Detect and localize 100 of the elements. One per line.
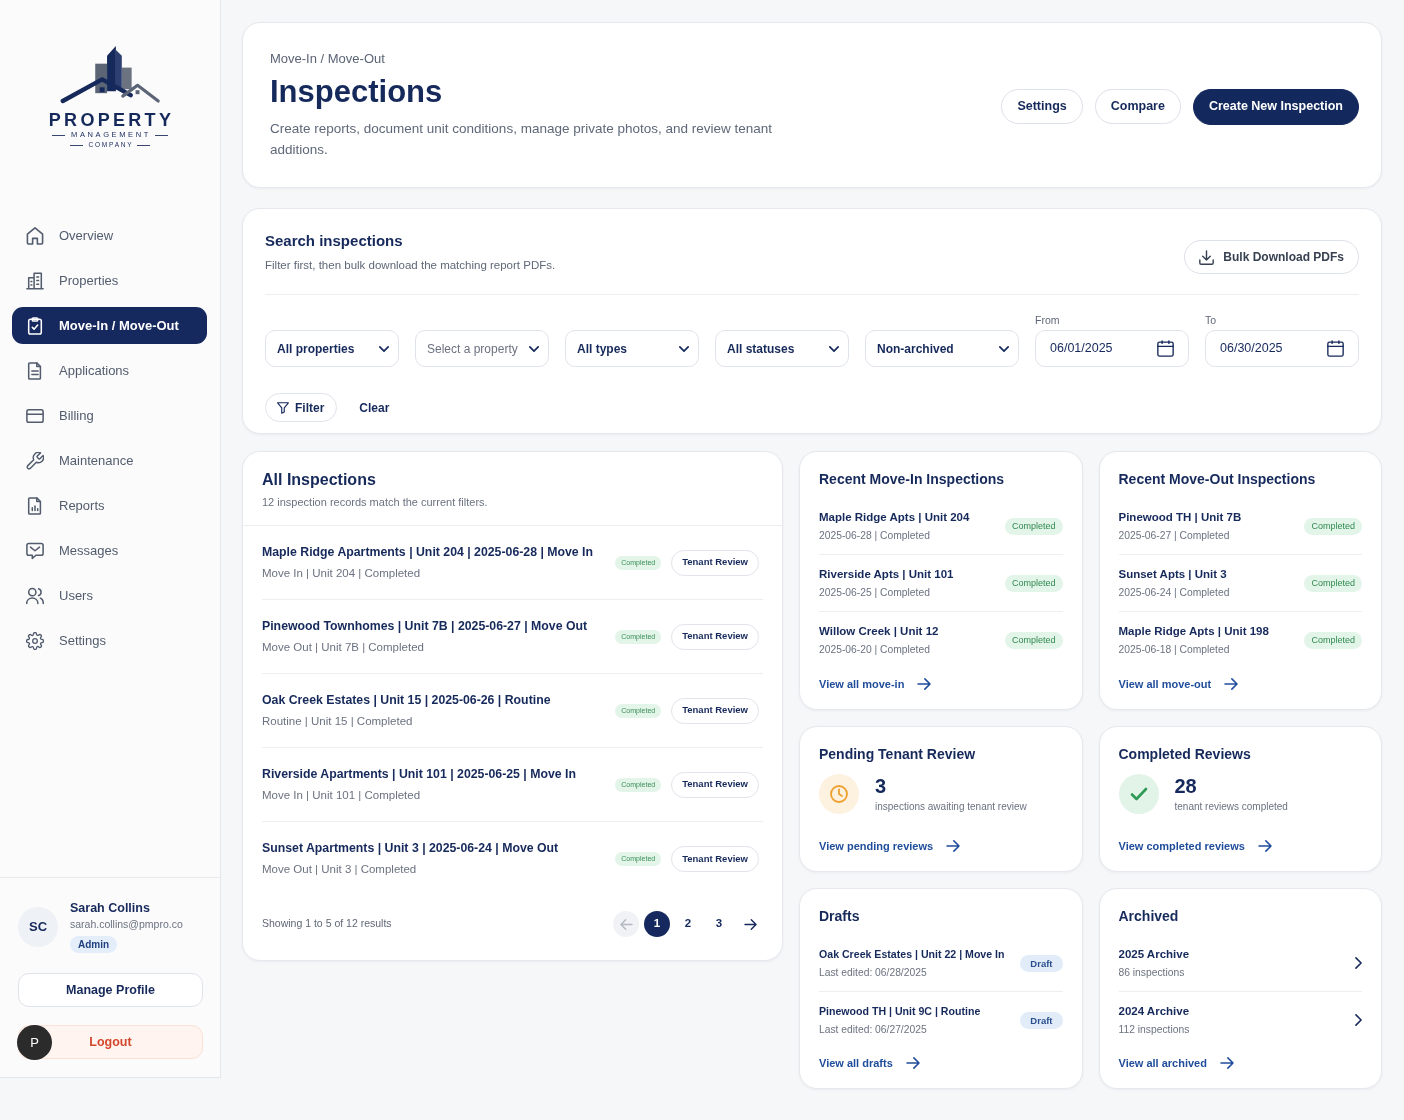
nav-item[interactable]: Maintenance	[12, 442, 207, 479]
page-button[interactable]: 2	[675, 911, 701, 937]
nav-item[interactable]: Messages	[12, 532, 207, 569]
building-icon	[26, 271, 44, 290]
nav-item[interactable]: Reports	[12, 487, 207, 524]
item-title[interactable]: 2024 Archive	[1118, 1003, 1190, 1019]
item-title[interactable]: Riverside Apts | Unit 101	[819, 566, 954, 582]
status-badge: Draft	[1020, 954, 1063, 972]
header-button[interactable]: Settings	[1001, 88, 1083, 124]
inspection-meta: Move In | Unit 204 | Completed	[262, 565, 422, 581]
clear-button[interactable]: Clear	[349, 393, 400, 422]
view-all-link[interactable]: View completed reviews	[1118, 838, 1272, 854]
create-inspection-button[interactable]: Create New Inspection	[1192, 88, 1359, 125]
arrow-right-icon	[743, 918, 757, 930]
clock-icon	[819, 774, 859, 814]
document-icon	[26, 361, 44, 380]
inspection-meta: Move In | Unit 101 | Completed	[262, 787, 422, 803]
wrench-icon	[26, 451, 44, 470]
status-badge: Completed	[1004, 631, 1063, 649]
item-meta: 2025-06-25 | Completed	[819, 586, 931, 600]
page-button[interactable]: 1	[644, 911, 670, 937]
item-meta: Last edited: 06/27/2025	[819, 1023, 928, 1037]
tenant-review-button[interactable]: Tenant Review	[671, 697, 759, 724]
status-badge: Completed	[1304, 517, 1362, 535]
message-icon	[26, 541, 44, 560]
page-button[interactable]: 3	[706, 911, 732, 937]
arrow-right-icon	[1257, 840, 1272, 852]
nav-item[interactable]: Users	[12, 577, 207, 614]
nav-item[interactable]: Overview	[12, 217, 207, 254]
item-meta: Last edited: 06/28/2025	[819, 966, 928, 980]
page-description: Create reports, document unit conditions, manage private photos, and review tenant additions.	[270, 119, 774, 159]
item-meta: 112 inspections	[1118, 1023, 1190, 1037]
inspection-title[interactable]: Riverside Apartments | Unit 101 | 2025-06-25 | Move In	[262, 765, 606, 783]
select-field[interactable]: All properties	[265, 330, 399, 367]
select-field[interactable]: All types	[565, 330, 699, 367]
status-badge: Completed	[1304, 631, 1362, 649]
arrow-right-icon	[946, 840, 961, 852]
card-title: Pending Tenant Review	[819, 745, 977, 763]
view-all-link[interactable]: View all move-out	[1118, 676, 1239, 692]
user-email: sarah.collins@pmpro.co	[70, 916, 183, 932]
settings-icon	[26, 631, 44, 650]
arrow-right-icon	[905, 1057, 920, 1069]
nav-item[interactable]: Billing	[12, 397, 207, 434]
filter-button[interactable]: Filter	[265, 393, 338, 422]
view-all-link[interactable]: View pending reviews	[819, 838, 961, 854]
tenant-review-button[interactable]: Tenant Review	[671, 623, 759, 650]
inspection-title[interactable]: Oak Creek Estates | Unit 15 | 2025-06-26 | Routine	[262, 691, 606, 709]
arrow-left-icon	[619, 918, 633, 930]
nav-item[interactable]: Applications	[12, 352, 207, 389]
nav-item[interactable]: Settings	[12, 622, 207, 659]
item-meta: 2025-06-27 | Completed	[1118, 529, 1231, 543]
inspection-title[interactable]: Sunset Apartments | Unit 3 | 2025-06-24 | Move Out	[262, 840, 606, 857]
stat-count: 28	[1174, 774, 1198, 798]
user-avatar: SC	[18, 906, 58, 947]
date-field[interactable]: 06/30/2025	[1205, 330, 1359, 367]
inspection-title[interactable]: Pinewood Townhomes | Unit 7B | 2025-06-27 | Move Out	[262, 617, 606, 635]
view-all-link[interactable]: View all archived	[1118, 1055, 1234, 1071]
nav-item[interactable]: Properties	[12, 262, 207, 299]
buildings-logo-icon	[58, 44, 162, 104]
header-button[interactable]: Compare	[1094, 88, 1181, 124]
item-title[interactable]: Pinewood TH | Unit 9C | Routine	[819, 1003, 981, 1019]
item-title[interactable]: Pinewood TH | Unit 7B	[1118, 509, 1242, 525]
card-title: Archived	[1118, 907, 1180, 925]
view-all-link[interactable]: View all drafts	[819, 1055, 920, 1071]
status-badge: Completed	[1004, 574, 1063, 592]
section-title: Search inspections	[265, 232, 404, 250]
inspection-title[interactable]: Maple Ridge Apartments | Unit 204 | 2025-06-28 | Move In	[262, 543, 606, 561]
tenant-review-button[interactable]: Tenant Review	[671, 846, 759, 872]
select-field[interactable]: Non-archived	[865, 330, 1019, 367]
item-title[interactable]: Sunset Apts | Unit 3	[1118, 566, 1230, 582]
item-title[interactable]: Maple Ridge Apts | Unit 198	[1118, 623, 1269, 639]
download-icon	[1199, 249, 1215, 265]
select-field[interactable]: Select a property	[415, 330, 549, 367]
card-title: Completed Reviews	[1118, 745, 1252, 763]
item-title[interactable]: 2025 Archive	[1118, 946, 1190, 962]
bulk-download-button[interactable]: Bulk Download PDFs	[1184, 240, 1359, 274]
manage-profile-button[interactable]: Manage Profile	[18, 973, 203, 1007]
item-title[interactable]: Maple Ridge Apts | Unit 204	[819, 509, 970, 525]
user-name: Sarah Collins	[70, 899, 151, 916]
date-field[interactable]: 06/01/2025	[1035, 330, 1189, 367]
card-title: Recent Move-In Inspections	[819, 470, 1006, 488]
item-meta: 2025-06-24 | Completed	[1118, 586, 1230, 600]
tenant-review-button[interactable]: Tenant Review	[671, 549, 759, 576]
card-title: Recent Move-Out Inspections	[1118, 470, 1317, 488]
arrow-right-icon	[917, 678, 932, 690]
item-title[interactable]: Oak Creek Estates | Unit 22 | Move In	[819, 946, 1005, 962]
chevron-right-icon	[1355, 1014, 1362, 1026]
view-all-link[interactable]: View all move-in	[819, 676, 932, 692]
arrow-right-icon	[1224, 678, 1239, 690]
nav-item[interactable]: Move-In / Move-Out	[12, 307, 207, 344]
status-badge: Draft	[1020, 1011, 1063, 1029]
report-icon	[26, 496, 44, 515]
item-title[interactable]: Willow Creek | Unit 12	[819, 623, 939, 639]
tenant-review-button[interactable]: Tenant Review	[671, 771, 759, 798]
item-meta: 86 inspections	[1118, 966, 1186, 980]
results-summary: Showing 1 to 5 of 12 results	[262, 916, 392, 932]
select-field[interactable]: All statuses	[715, 330, 849, 367]
avatar-bubble[interactable]: P	[17, 1025, 52, 1060]
home-icon	[26, 226, 44, 245]
inspection-meta: Routine | Unit 15 | Completed	[262, 713, 414, 729]
